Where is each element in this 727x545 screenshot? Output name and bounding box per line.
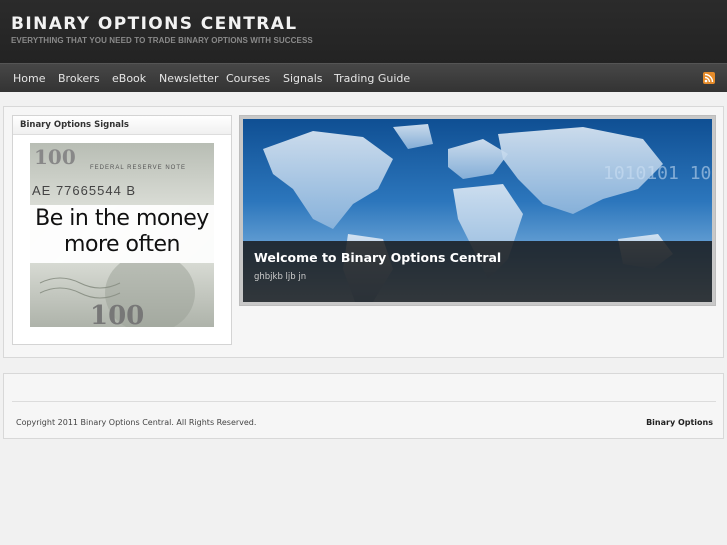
footer-link-binary-options[interactable]: Binary Options xyxy=(646,418,713,427)
ad-line-1: Be in the money xyxy=(35,206,209,231)
ad-line-2: more often xyxy=(64,232,180,257)
ad-bill-bottom: 100 xyxy=(30,253,214,327)
nav-item-trading-guide[interactable]: Trading Guide xyxy=(334,72,410,85)
bill-serial: AE 77665544 B xyxy=(32,183,137,198)
copyright-text: Copyright 2011 Binary Options Central. A… xyxy=(16,418,257,427)
world-map-image[interactable]: 1010101 10100101 0110 Welcome to Binary … xyxy=(243,119,712,302)
nav-item-courses[interactable]: Courses xyxy=(226,72,270,85)
slide-title[interactable]: Welcome to Binary Options Central xyxy=(254,250,501,265)
site-footer: Copyright 2011 Binary Options Central. A… xyxy=(3,373,724,439)
featured-slider: 1010101 10100101 0110 Welcome to Binary … xyxy=(239,115,716,306)
footer-divider xyxy=(12,401,716,402)
nav-item-signals[interactable]: Signals xyxy=(283,72,323,85)
site-header: BINARY OPTIONS CENTRAL EVERYTHING THAT Y… xyxy=(0,0,727,63)
main-nav: Home Brokers eBook Newsletter Courses Si… xyxy=(0,63,727,92)
ad-headline: Be in the money more often xyxy=(30,205,214,263)
signals-ad-banner[interactable]: 100 FEDERAL RESERVE NOTE AE 77665544 B B… xyxy=(30,143,214,327)
widget-title: Binary Options Signals xyxy=(13,116,231,135)
ad-bill-image: 100 FEDERAL RESERVE NOTE AE 77665544 B xyxy=(30,143,214,205)
bill-denomination: 100 xyxy=(34,145,76,169)
nav-item-home[interactable]: Home xyxy=(13,72,45,85)
slide-caption: Welcome to Binary Options Central ghbjkb… xyxy=(243,241,712,302)
site-tagline: EVERYTHING THAT YOU NEED TO TRADE BINARY… xyxy=(11,36,313,45)
nav-item-brokers[interactable]: Brokers xyxy=(58,72,100,85)
main-content: Binary Options Signals 100 FEDERAL RESER… xyxy=(3,106,724,358)
signals-widget: Binary Options Signals 100 FEDERAL RESER… xyxy=(12,115,232,345)
slide-description: ghbjkb ljb jn xyxy=(254,272,307,282)
nav-item-ebook[interactable]: eBook xyxy=(112,72,146,85)
bill-caption: FEDERAL RESERVE NOTE xyxy=(90,165,187,171)
binary-digits-decoration: 1010101 10100101 0110 xyxy=(603,163,712,184)
site-title[interactable]: BINARY OPTIONS CENTRAL xyxy=(11,14,298,34)
bill-denomination-bottom: 100 xyxy=(90,301,145,327)
nav-item-newsletter[interactable]: Newsletter xyxy=(159,72,218,85)
rss-icon[interactable] xyxy=(703,72,715,84)
